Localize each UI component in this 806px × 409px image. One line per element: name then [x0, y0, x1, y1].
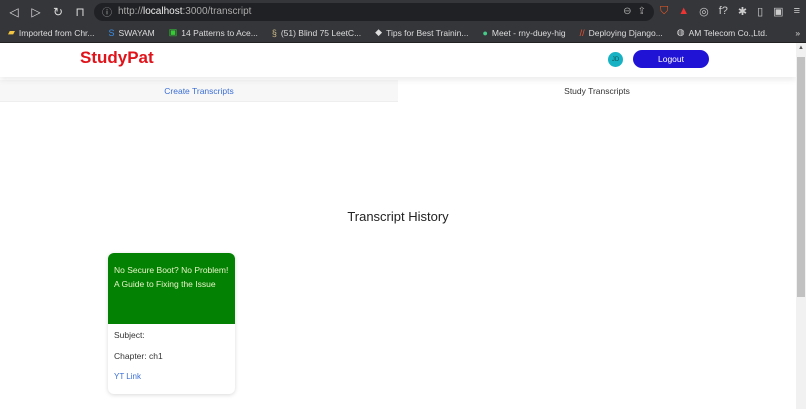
browser-toolbar: ◁ ▷ ↻ ⊓ ⓘ http://localhost:3000/transcri…: [0, 0, 806, 23]
globe-icon: ◍: [676, 27, 685, 37]
forward-icon[interactable]: ▷: [28, 5, 44, 19]
site-icon: ▣: [168, 27, 178, 37]
extension-icon[interactable]: ◎: [699, 5, 709, 18]
reload-icon[interactable]: ↻: [50, 5, 66, 19]
scroll-up-icon[interactable]: ▲: [798, 45, 804, 51]
scrollbar-thumb[interactable]: [797, 57, 805, 297]
url-text: http://localhost:3000/transcript: [118, 6, 252, 17]
address-bar[interactable]: ⓘ http://localhost:3000/transcript ⊖ ⇪: [94, 2, 654, 21]
back-icon[interactable]: ◁: [6, 5, 22, 19]
bookmark-item[interactable]: ▰ Imported from Chr...: [8, 27, 95, 38]
brave-rewards-icon[interactable]: ▲: [678, 5, 689, 18]
more-bookmarks-button[interactable]: »: [795, 28, 800, 38]
card-subject: Subject:: [114, 330, 145, 340]
bookmark-item[interactable]: ● Meet - rny-duey-hig: [482, 28, 565, 38]
scrollbar[interactable]: ▲: [796, 43, 806, 409]
site-icon: §: [271, 27, 277, 38]
zoom-icon[interactable]: ⊖: [623, 6, 631, 17]
share-icon[interactable]: ⇪: [638, 6, 646, 17]
django-icon: //: [579, 27, 585, 38]
bookmarks-bar: ▰ Imported from Chr... S SWAYAM ▣ 14 Patter…: [0, 23, 806, 43]
site-icon: ◆: [375, 27, 383, 37]
bookmark-item[interactable]: ◍ AM Telecom Co.,Ltd.: [677, 27, 768, 38]
sidebar-icon[interactable]: ▯: [757, 5, 763, 18]
extensions-icon[interactable]: ✱: [738, 5, 747, 18]
bookmark-icon[interactable]: ⊓: [72, 5, 88, 19]
bookmark-item[interactable]: //Deploying Django...: [580, 28, 663, 38]
logo[interactable]: StudyPat: [80, 48, 154, 68]
swayam-icon: S: [108, 27, 115, 38]
wallet-icon[interactable]: ▣: [773, 5, 783, 18]
card-title: No Secure Boot? No Problem! A Guide to F…: [108, 253, 235, 324]
bookmark-item[interactable]: ◆ Tips for Best Trainin...: [375, 27, 468, 38]
card-chapter: Chapter: ch1: [114, 351, 163, 361]
transcript-card[interactable]: No Secure Boot? No Problem! A Guide to F…: [108, 253, 235, 394]
tab-bar: Create Transcripts Study Transcripts: [0, 80, 796, 102]
menu-icon[interactable]: ≡: [794, 5, 800, 18]
info-icon: ⓘ: [102, 8, 112, 19]
logout-button[interactable]: Logout: [633, 50, 709, 68]
app-header: StudyPat JD Logout: [0, 43, 796, 77]
bookmark-item[interactable]: S SWAYAM: [109, 28, 155, 38]
page-title: Transcript History: [347, 209, 449, 224]
formula-extension-icon[interactable]: f?: [719, 5, 728, 18]
folder-icon: ▰: [8, 27, 15, 37]
bookmark-item[interactable]: § (51) Blind 75 LeetC...: [272, 28, 361, 38]
tab-study-transcripts[interactable]: Study Transcripts: [398, 80, 796, 102]
brave-shield-icon[interactable]: ⛉: [660, 5, 668, 18]
tab-create-transcripts[interactable]: Create Transcripts: [0, 80, 398, 102]
meet-icon: ●: [482, 27, 488, 38]
browser-chrome: ◁ ▷ ↻ ⊓ ⓘ http://localhost:3000/transcri…: [0, 0, 806, 43]
page: StudyPat JD Logout Create Transcripts St…: [0, 43, 796, 409]
bookmark-item[interactable]: ▣ 14 Patterns to Ace...: [169, 27, 258, 38]
yt-link[interactable]: YT Link: [114, 372, 229, 381]
avatar[interactable]: JD: [608, 52, 623, 67]
